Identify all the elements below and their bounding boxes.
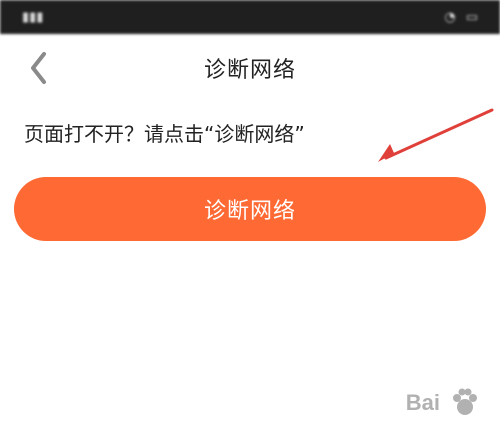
diagnose-network-button[interactable]: 诊断网络 <box>14 177 486 241</box>
watermark: Bai <box>406 386 482 420</box>
signal-icon: ▮▮▮ <box>22 9 44 25</box>
status-left: ▮▮▮ <box>12 10 43 25</box>
back-button[interactable] <box>20 50 56 86</box>
battery-icon: ▭ <box>465 9 478 25</box>
header: 诊断网络 <box>0 34 500 102</box>
chevron-left-icon <box>31 52 46 84</box>
baidu-paw-icon <box>453 388 477 415</box>
instruction-text: 页面打不开？请点击“诊断网络” <box>24 122 305 146</box>
watermark-text: Bai <box>405 390 440 415</box>
status-right: ◔ ▭ <box>444 10 488 25</box>
status-bar: ▮▮▮ ◔ ▭ <box>0 0 500 34</box>
page-title: 诊断网络 <box>203 58 296 83</box>
arrow-icon <box>378 108 494 162</box>
wifi-icon: ◔ <box>444 9 456 25</box>
